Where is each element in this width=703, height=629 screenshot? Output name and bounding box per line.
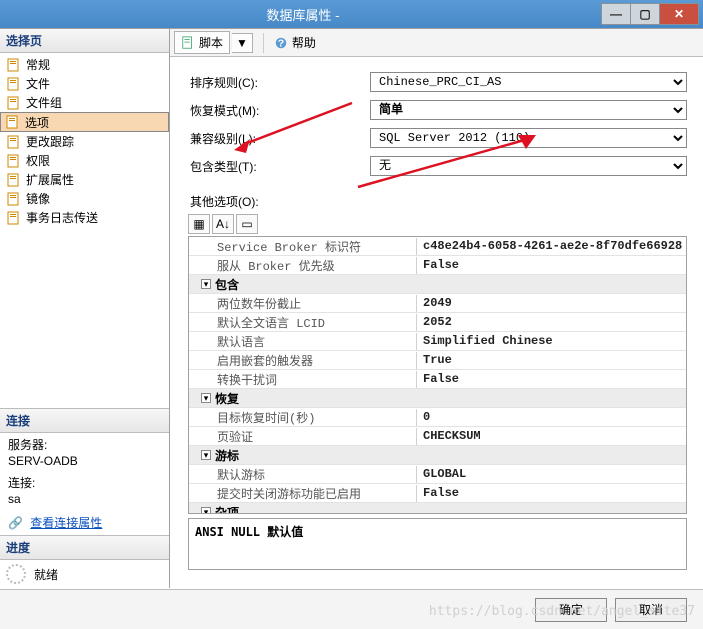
page-icon bbox=[6, 153, 22, 169]
other-options-label: 其他选项(O): bbox=[190, 193, 703, 210]
collation-label: 排序规则(C): bbox=[190, 74, 370, 91]
alphabetical-button[interactable]: A↓ bbox=[212, 214, 234, 234]
link-icon: 🔗 bbox=[8, 516, 23, 530]
connection-header: 连接 bbox=[0, 409, 169, 433]
progress-row: 就绪 bbox=[0, 560, 169, 588]
property-row[interactable]: 转换干扰词False bbox=[189, 370, 686, 389]
collapse-icon[interactable]: ▾ bbox=[201, 393, 211, 403]
login-name: sa bbox=[8, 491, 161, 507]
category-row[interactable]: ▾游标 bbox=[189, 446, 686, 465]
property-row[interactable]: 默认游标GLOBAL bbox=[189, 465, 686, 484]
content-panel: 脚本 ▼ ? 帮助 排序规则(C): Chinese_PRC_CI_AS 恢复模… bbox=[170, 29, 703, 588]
progress-header: 进度 bbox=[0, 536, 169, 560]
nav-item-0[interactable]: 常规 bbox=[0, 55, 169, 74]
collapse-icon[interactable]: ▾ bbox=[201, 507, 211, 513]
page-icon bbox=[6, 95, 22, 111]
property-row[interactable]: 默认语言Simplified Chinese bbox=[189, 332, 686, 351]
nav-item-3[interactable]: 选项 bbox=[0, 112, 169, 132]
property-row[interactable]: 启用嵌套的触发器True bbox=[189, 351, 686, 370]
nav-item-7[interactable]: 镜像 bbox=[0, 189, 169, 208]
property-row[interactable]: Service Broker 标识符c48e24b4-6058-4261-ae2… bbox=[189, 237, 686, 256]
script-button[interactable]: 脚本 bbox=[174, 31, 230, 54]
login-label: 连接: bbox=[8, 475, 161, 491]
property-row[interactable]: 页验证CHECKSUM bbox=[189, 427, 686, 446]
property-description: ANSI NULL 默认值 bbox=[188, 518, 687, 570]
contain-label: 包含类型(T): bbox=[190, 158, 370, 175]
categorized-button[interactable]: ▦ bbox=[188, 214, 210, 234]
script-dropdown[interactable]: ▼ bbox=[232, 33, 253, 53]
nav-item-5[interactable]: 权限 bbox=[0, 151, 169, 170]
page-icon bbox=[6, 76, 22, 92]
form-area: 排序规则(C): Chinese_PRC_CI_AS 恢复模式(M): 简单 兼… bbox=[170, 57, 703, 187]
page-icon bbox=[5, 114, 21, 130]
property-row[interactable]: 服从 Broker 优先级False bbox=[189, 256, 686, 275]
dialog-footer: 确定 取消 bbox=[0, 589, 703, 629]
property-row[interactable]: 提交时关闭游标功能已启用False bbox=[189, 484, 686, 503]
left-panel: 选择页 常规文件文件组选项更改跟踪权限扩展属性镜像事务日志传送 连接 服务器: … bbox=[0, 29, 170, 588]
page-icon bbox=[6, 57, 22, 73]
title-bar: 数据库属性 - — ▢ ✕ bbox=[0, 0, 703, 28]
page-icon bbox=[6, 172, 22, 188]
toolbar: 脚本 ▼ ? 帮助 bbox=[170, 29, 703, 57]
server-label: 服务器: bbox=[8, 437, 161, 453]
nav-item-1[interactable]: 文件 bbox=[0, 74, 169, 93]
grid-toolbar: ▦ A↓ ▭ bbox=[188, 214, 687, 234]
server-name: SERV-OADB bbox=[8, 453, 161, 469]
page-icon bbox=[6, 191, 22, 207]
select-page-header: 选择页 bbox=[0, 29, 169, 53]
cancel-button[interactable]: 取消 bbox=[615, 598, 687, 622]
script-icon bbox=[181, 36, 195, 50]
nav-item-6[interactable]: 扩展属性 bbox=[0, 170, 169, 189]
property-row[interactable]: 目标恢复时间(秒)0 bbox=[189, 408, 686, 427]
ok-button[interactable]: 确定 bbox=[535, 598, 607, 622]
page-nav: 常规文件文件组选项更改跟踪权限扩展属性镜像事务日志传送 bbox=[0, 53, 169, 229]
maximize-button[interactable]: ▢ bbox=[630, 3, 660, 25]
recovery-select[interactable]: 简单 bbox=[370, 100, 687, 120]
recovery-label: 恢复模式(M): bbox=[190, 102, 370, 119]
property-row[interactable]: 两位数年份截止2049 bbox=[189, 294, 686, 313]
property-row[interactable]: 默认全文语言 LCID2052 bbox=[189, 313, 686, 332]
nav-item-2[interactable]: 文件组 bbox=[0, 93, 169, 112]
compat-select[interactable]: SQL Server 2012 (110) bbox=[370, 128, 687, 148]
compat-label: 兼容级别(L): bbox=[190, 130, 370, 147]
property-grid[interactable]: Service Broker 标识符c48e24b4-6058-4261-ae2… bbox=[188, 236, 687, 514]
collapse-icon[interactable]: ▾ bbox=[201, 279, 211, 289]
progress-status: 就绪 bbox=[34, 566, 58, 583]
category-row[interactable]: ▾恢复 bbox=[189, 389, 686, 408]
page-icon bbox=[6, 210, 22, 226]
svg-text:?: ? bbox=[278, 37, 284, 49]
minimize-button[interactable]: — bbox=[601, 3, 631, 25]
contain-select[interactable]: 无 bbox=[370, 156, 687, 176]
window-title: 数据库属性 - bbox=[4, 5, 602, 24]
connection-info: 服务器: SERV-OADB 连接: sa 🔗 查看连接属性 bbox=[0, 433, 169, 535]
close-button[interactable]: ✕ bbox=[659, 3, 699, 25]
nav-item-4[interactable]: 更改跟踪 bbox=[0, 132, 169, 151]
collapse-icon[interactable]: ▾ bbox=[201, 450, 211, 460]
view-connection-link[interactable]: 查看连接属性 bbox=[30, 516, 102, 530]
category-row[interactable]: ▾杂项 bbox=[189, 503, 686, 513]
nav-item-8[interactable]: 事务日志传送 bbox=[0, 208, 169, 227]
property-pages-button[interactable]: ▭ bbox=[236, 214, 258, 234]
help-button[interactable]: ? 帮助 bbox=[268, 32, 322, 53]
collation-select[interactable]: Chinese_PRC_CI_AS bbox=[370, 72, 687, 92]
help-icon: ? bbox=[274, 36, 288, 50]
page-icon bbox=[6, 134, 22, 150]
progress-icon bbox=[6, 564, 26, 584]
category-row[interactable]: ▾包含 bbox=[189, 275, 686, 294]
